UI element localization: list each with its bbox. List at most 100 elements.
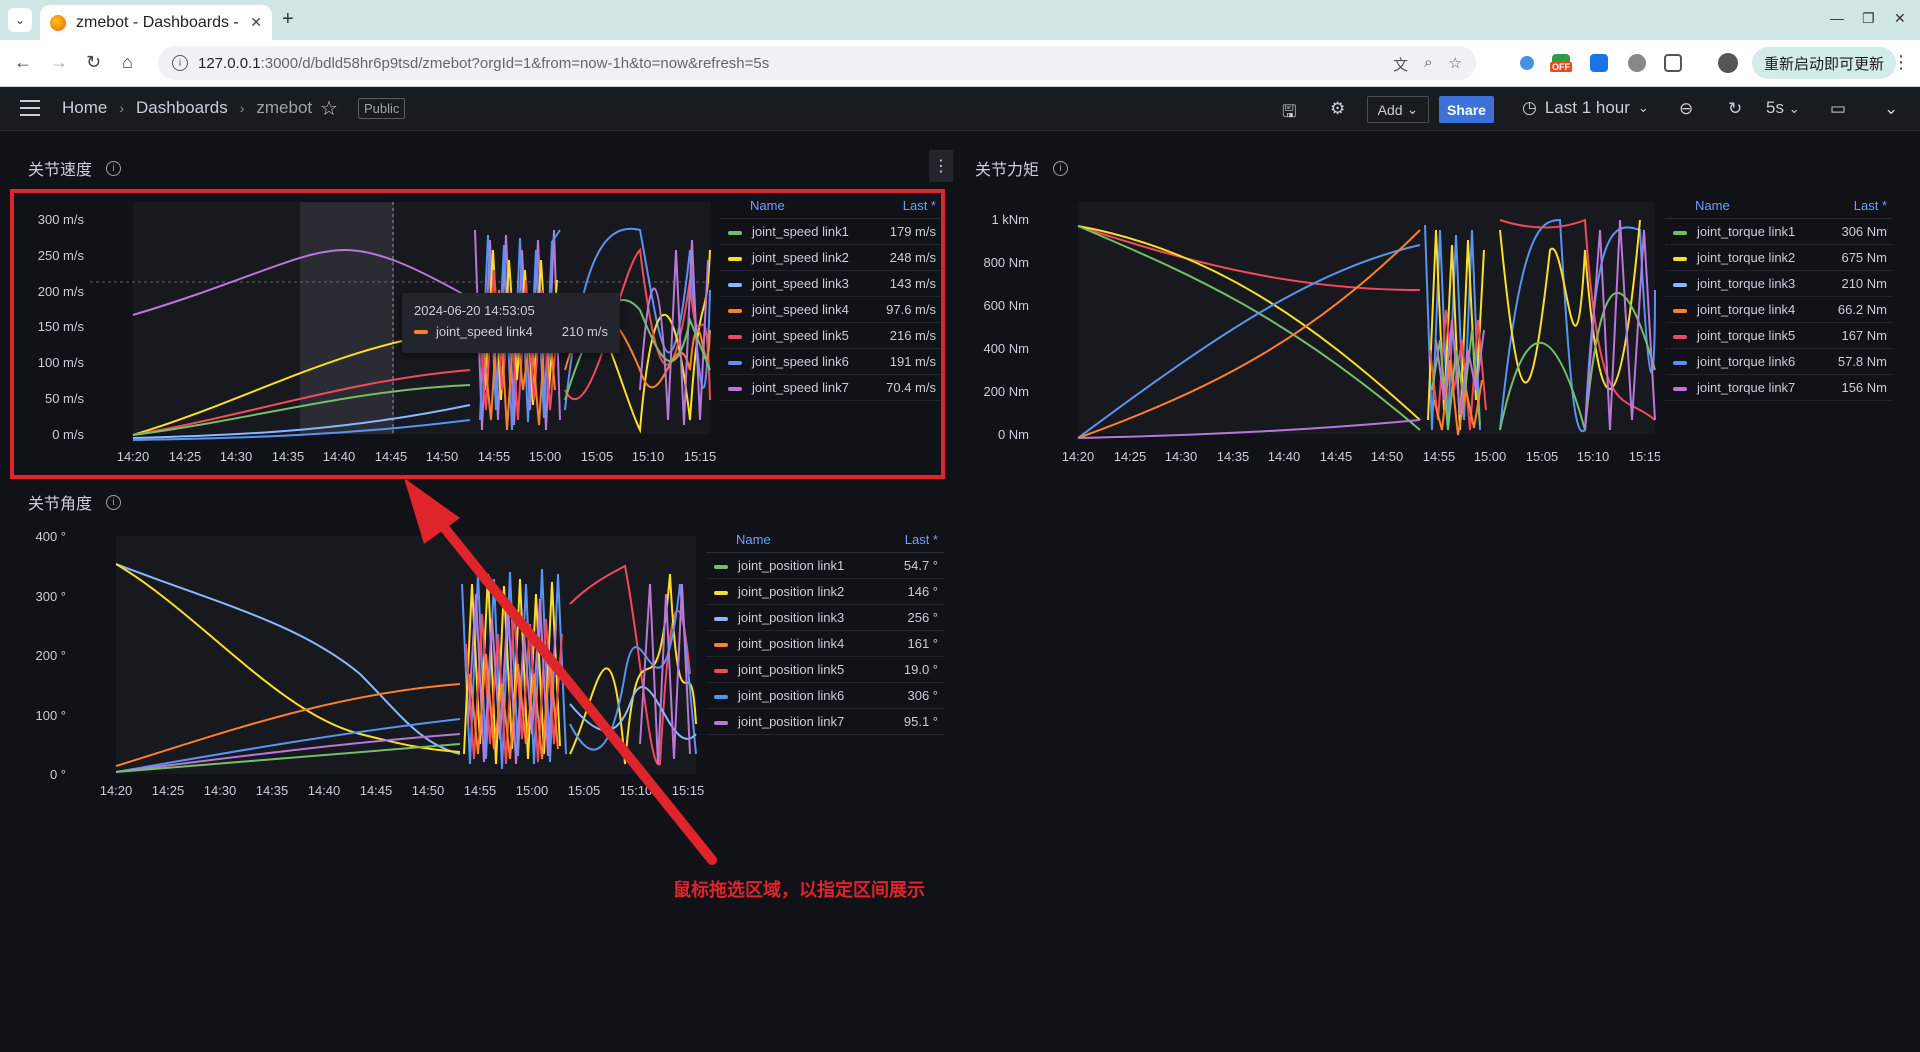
browser-tab-bar: ⌄ zmebot - Dashboards - G ✕ + — ❐ ✕ — [0, 0, 1920, 40]
legend-row[interactable]: joint_position link7 95.1 ° — [706, 709, 944, 735]
legend-last-header[interactable]: Last * — [905, 532, 938, 547]
torque-legend: Name Last * joint_torque link1 306 Nm join… — [1665, 193, 1893, 401]
restart-update-button[interactable]: 重新启动即可更新 — [1752, 47, 1897, 79]
time-range-picker[interactable]: ◷ Last 1 hour ⌄ — [1522, 98, 1649, 118]
legend-row[interactable]: joint_torque link5 167 Nm — [1665, 323, 1893, 349]
home-icon[interactable]: ⌂ — [122, 52, 133, 73]
address-bar[interactable]: i 127.0.0.1:3000/d/bdld58hr6p9tsd/zmebot… — [158, 46, 1476, 80]
legend-row[interactable]: joint_torque link7 156 Nm — [1665, 375, 1893, 401]
y-tick-label: 100 ° — [35, 708, 66, 723]
y-tick-label: 600 Nm — [983, 298, 1029, 313]
refresh-interval-picker[interactable]: 5s ⌄ — [1766, 98, 1800, 118]
legend-name-header[interactable]: Name — [1695, 198, 1730, 213]
bookmark-star-icon[interactable]: ☆ — [1449, 54, 1462, 75]
legend-series-name: joint_torque link5 — [1697, 328, 1796, 343]
annotation-text: 鼠标拖选区域，以指定区间展示 — [673, 880, 925, 900]
close-window-icon[interactable]: ✕ — [1894, 10, 1906, 27]
panel-menu-icon[interactable]: ⋮ — [929, 150, 953, 182]
extension-cube-icon[interactable] — [1520, 56, 1534, 70]
legend-name-header[interactable]: Name — [736, 532, 771, 547]
extension-off-icon[interactable]: OFF — [1550, 54, 1572, 72]
browser-menu-icon[interactable]: ⋮ — [1892, 52, 1910, 73]
x-tick-label: 14:30 — [204, 783, 237, 798]
legend-row[interactable]: joint_torque link4 66.2 Nm — [1665, 297, 1893, 323]
settings-gear-icon[interactable]: ⚙ — [1330, 99, 1345, 119]
series-swatch — [1673, 256, 1687, 261]
panel-info-icon[interactable]: i — [1053, 160, 1069, 176]
y-tick-label: 800 Nm — [983, 255, 1029, 270]
breadcrumb-current: zmebot — [256, 98, 313, 117]
breadcrumb-separator-icon: › — [119, 100, 125, 116]
add-button[interactable]: Add ⌄ — [1367, 96, 1429, 123]
legend-last-value: 54.7 ° — [903, 558, 938, 573]
legend-last-value: 256 ° — [907, 610, 938, 625]
profile-avatar[interactable] — [1718, 53, 1738, 73]
forward-icon[interactable]: → — [50, 52, 68, 73]
menu-hamburger-icon[interactable] — [20, 100, 40, 116]
legend-series-name: joint_torque link2 — [1697, 250, 1796, 265]
series-swatch — [1673, 386, 1687, 391]
tv-mode-icon[interactable]: ▭ — [1830, 99, 1846, 119]
restore-icon[interactable]: ❐ — [1862, 10, 1875, 27]
panel-info-icon[interactable]: i — [106, 494, 122, 510]
collapse-chevron-icon[interactable]: ⌄ — [1884, 99, 1898, 119]
close-tab-icon[interactable]: ✕ — [250, 14, 262, 31]
tab-list-chevron-icon[interactable]: ⌄ — [8, 8, 32, 32]
time-range-label: Last 1 hour — [1544, 98, 1630, 117]
extensions-puzzle-icon[interactable] — [1664, 54, 1682, 72]
legend-series-name: joint_position link7 — [738, 714, 845, 729]
breadcrumb-home[interactable]: Home — [62, 98, 107, 118]
refresh-icon[interactable]: ↻ — [1728, 99, 1742, 119]
panel-info-icon[interactable]: i — [106, 160, 122, 176]
share-button[interactable]: Share — [1439, 96, 1494, 123]
back-icon[interactable]: ← — [14, 52, 32, 73]
favorite-star-icon[interactable]: ☆ — [320, 96, 338, 121]
legend-series-name: joint_torque link1 — [1697, 224, 1796, 239]
speed-panel-title: 关节速度 i — [28, 156, 122, 180]
legend-series-name: joint_position link1 — [738, 558, 845, 573]
legend-row[interactable]: joint_torque link3 210 Nm — [1665, 271, 1893, 297]
legend-row[interactable]: joint_position link4 161 ° — [706, 631, 944, 657]
x-tick-label: 14:25 — [1114, 449, 1147, 464]
legend-row[interactable]: joint_position link3 256 ° — [706, 605, 944, 631]
zoom-icon[interactable]: ⌕ — [1424, 54, 1432, 75]
plot-area — [1078, 202, 1655, 434]
x-tick-label: 15:10 — [1577, 449, 1610, 464]
legend-row[interactable]: joint_position link6 306 ° — [706, 683, 944, 709]
series-swatch — [1673, 360, 1687, 365]
browser-tab[interactable]: zmebot - Dashboards - G ✕ — [40, 5, 272, 40]
legend-header: Name Last * — [706, 527, 944, 553]
legend-series-name: joint_torque link3 — [1697, 276, 1796, 291]
tab-title: zmebot - Dashboards - G — [76, 13, 245, 31]
legend-row[interactable]: joint_torque link2 675 Nm — [1665, 245, 1893, 271]
x-tick-label: 15:05 — [1526, 449, 1559, 464]
legend-row[interactable]: joint_torque link1 306 Nm — [1665, 219, 1893, 245]
legend-row[interactable]: joint_position link2 146 ° — [706, 579, 944, 605]
x-tick-label: 14:40 — [1268, 449, 1301, 464]
translate-icon[interactable]: 文 — [1393, 54, 1408, 75]
x-tick-label: 15:00 — [1474, 449, 1507, 464]
save-dashboard-icon[interactable]: 🖫 — [1282, 99, 1296, 128]
legend-row[interactable]: joint_position link1 54.7 ° — [706, 553, 944, 579]
position-y-axis: 400 ° 300 ° 200 ° 100 ° 0 ° — [35, 529, 66, 782]
torque-chart[interactable]: 1 kNm 800 Nm 600 Nm 400 Nm 200 Nm 0 Nm 1… — [960, 190, 1660, 470]
site-info-icon[interactable]: i — [172, 55, 188, 71]
extension-window-icon[interactable] — [1590, 54, 1608, 72]
breadcrumb-dashboards[interactable]: Dashboards — [136, 98, 228, 118]
minimize-icon[interactable]: — — [1830, 10, 1844, 26]
public-badge: Public — [358, 98, 406, 119]
position-panel-title-text: 关节角度 — [28, 496, 93, 513]
legend-last-header[interactable]: Last * — [1854, 198, 1887, 213]
x-tick-label: 14:20 — [100, 783, 133, 798]
y-tick-label: 300 ° — [35, 589, 66, 604]
legend-row[interactable]: joint_position link5 19.0 ° — [706, 657, 944, 683]
y-tick-label: 200 Nm — [983, 384, 1029, 399]
chevron-down-icon: ⌄ — [1637, 100, 1649, 115]
reload-icon[interactable]: ↻ — [86, 52, 101, 73]
zoom-out-icon[interactable]: ⊖ — [1679, 99, 1693, 119]
legend-row[interactable]: joint_torque link6 57.8 Nm — [1665, 349, 1893, 375]
x-tick-label: 14:45 — [360, 783, 393, 798]
legend-last-value: 161 ° — [907, 636, 938, 651]
extension-shield-icon[interactable] — [1628, 54, 1646, 72]
new-tab-icon[interactable]: + — [282, 8, 294, 31]
